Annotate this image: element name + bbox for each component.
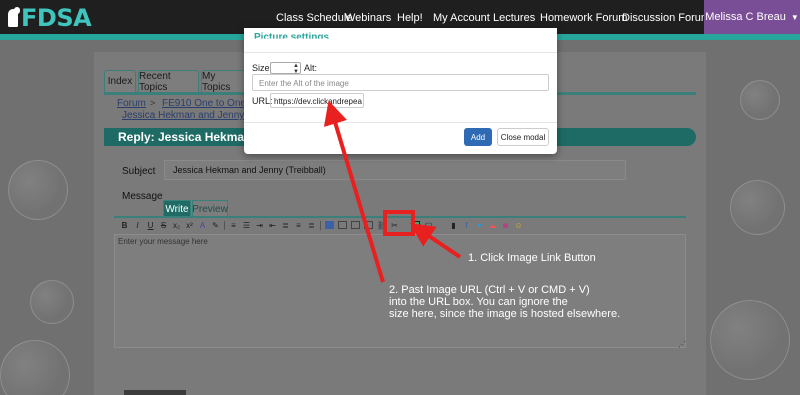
italic-icon[interactable]: I [133,221,142,230]
soundcloud-icon[interactable]: ☁ [488,221,497,230]
picture-icon[interactable]: ▢ [424,221,433,230]
tab-index[interactable]: Index [104,70,136,92]
breadcrumb-separator: > [150,98,156,108]
paste-icon[interactable] [325,221,334,229]
font-color-icon[interactable]: A [198,221,207,230]
nav-help[interactable]: Help! [397,12,423,24]
unlink-icon[interactable]: ✂ [390,221,399,230]
ordered-list-icon[interactable]: ≡ [229,221,238,230]
user-name: Melissa C Breau [705,11,786,23]
resize-handle-icon[interactable]: ⋰ [678,340,686,349]
align-center-icon[interactable]: ≡ [294,221,303,230]
alt-input[interactable]: Enter the Alt of the image [252,74,549,91]
logo-text: FDSA [21,4,92,32]
caret-down-icon: ▼ [790,12,799,22]
annotation-step1: 1. Click Image Link Button [468,252,596,264]
size-select[interactable]: ▲ ▼ [270,62,301,75]
bubble-decoration [710,300,790,380]
annotation-step2-line: size here, since the image is hosted els… [389,308,621,320]
emoji-icon[interactable]: ☺ [514,221,523,230]
bubble-decoration [0,340,70,395]
nav-webinars[interactable]: Webinars [345,12,391,24]
modal-footer-divider [244,122,557,123]
toolbar-separator [224,220,225,230]
alt-label: Alt: [304,63,318,73]
size-label: Size: [252,63,273,73]
picture-settings-modal: Picture settings Size: ▲ ▼ Alt: Enter the… [244,28,557,154]
toolbar-separator [320,220,321,230]
annotation-step2-line: 2. Past Image URL (Ctrl + V or CMD + V) [389,284,590,296]
user-menu[interactable]: Melissa C Breau ▼ [704,0,800,34]
fdsa-logo[interactable]: FDSA [6,4,92,32]
clear-format-icon[interactable]: ✎ [211,221,220,230]
tab-my-topics[interactable]: My Topics [201,70,245,93]
submit-button[interactable] [124,390,186,395]
twitter-icon[interactable]: ✦ [475,221,484,230]
subject-input[interactable]: Jessica Hekman and Jenny (Treibball) [164,160,626,180]
align-left-icon[interactable]: ≣ [281,221,290,230]
outdent-icon[interactable]: ⇤ [268,221,277,230]
annotation-step2-line: into the URL box. You can ignore the [389,296,568,308]
tab-preview[interactable]: Preview [192,200,228,217]
superscript-icon[interactable]: x² [185,221,194,230]
nav-class-schedule[interactable]: Class Schedule [276,12,352,24]
dog-logo-icon [6,7,20,29]
image-link-icon[interactable] [411,221,420,229]
bubble-decoration [740,80,780,120]
facebook-icon[interactable]: f [462,221,471,230]
nav-lectures[interactable]: Lectures [493,12,535,24]
subject-label: Subject [122,166,156,177]
indent-icon[interactable]: ⇥ [255,221,264,230]
instagram-icon[interactable]: ◙ [501,221,510,230]
message-label: Message [122,191,163,202]
breadcrumb-forum[interactable]: Forum [117,98,146,109]
editor-placeholder: Enter your message here [118,237,208,246]
modal-header-divider [244,52,557,53]
strikethrough-icon[interactable]: S [159,221,168,230]
link-icon[interactable]: ⛓ [377,221,387,230]
nav-homework-forum[interactable]: Homework Forum [540,12,627,24]
video-icon[interactable]: ▮ [449,221,458,230]
unordered-list-icon[interactable]: ☰ [242,221,251,230]
code-icon[interactable] [351,221,360,229]
editor-toolbar: B I U S x₂ x² A ✎ ≡ ☰ ⇥ ⇤ ≣ ≡ ≣ ⛓ ✂ ▢ ▮ … [114,218,686,232]
tab-recent-topics[interactable]: Recent Topics [138,70,199,93]
add-button[interactable]: Add [464,128,492,146]
reply-title: Reply: Jessica Hekman a [118,130,262,144]
bubble-decoration [8,160,68,220]
bubble-decoration [730,180,785,235]
annotation-step2: 2. Past Image URL (Ctrl + V or CMD + V) … [389,284,620,320]
url-input[interactable]: https://dev.clickandrepea [270,93,364,108]
quote-icon[interactable] [364,221,373,229]
underline-icon[interactable]: U [146,221,155,230]
subscript-icon[interactable]: x₂ [172,221,181,230]
bold-icon[interactable]: B [120,221,129,230]
bubble-decoration [30,280,74,324]
tab-write[interactable]: Write [163,200,191,217]
nav-discussion-forum[interactable]: Discussion Forum [622,12,710,24]
modal-title: Picture settings [254,32,330,43]
close-modal-button[interactable]: Close modal [497,128,549,146]
align-right-icon[interactable]: ≣ [307,221,316,230]
table-icon[interactable] [338,221,347,229]
nav-my-account[interactable]: My Account [433,12,490,24]
